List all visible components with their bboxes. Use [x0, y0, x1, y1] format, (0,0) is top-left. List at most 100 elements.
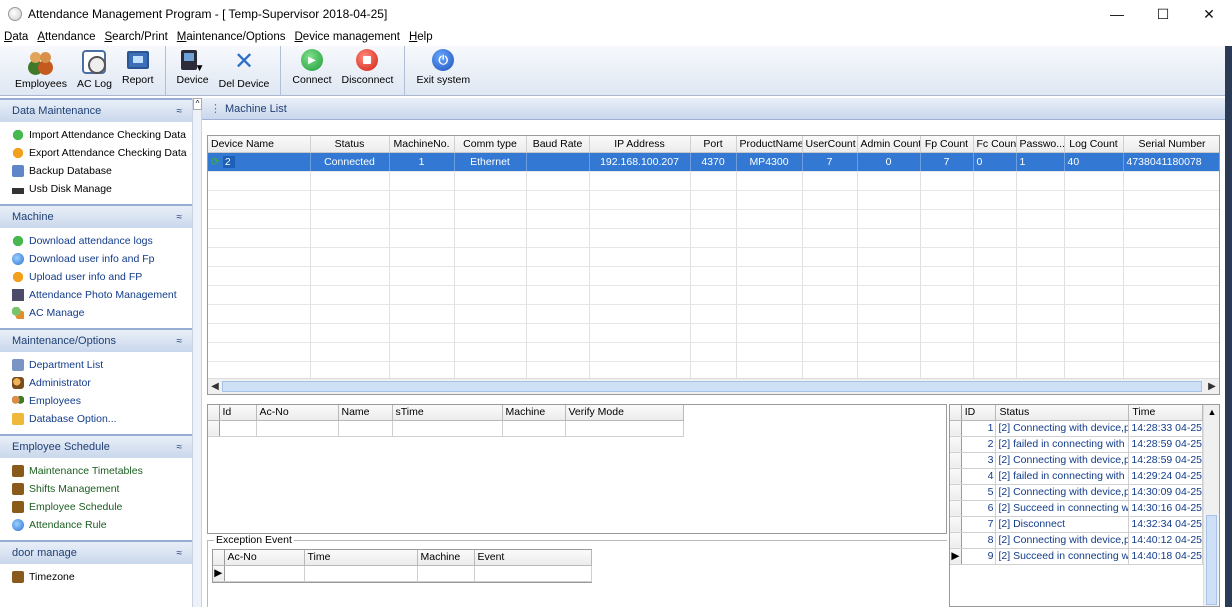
sidebar-item-database-option[interactable]: Database Option... [0, 410, 192, 428]
menu-help[interactable]: Help [409, 31, 433, 43]
horizontal-scrollbar[interactable]: ◀ ▶ [208, 378, 1219, 394]
menu-search-print[interactable]: Search/Print [105, 31, 168, 43]
cell-port[interactable]: 4370 [690, 152, 737, 172]
collapse-icon[interactable]: ≈ [177, 212, 183, 223]
col-status[interactable]: Status [995, 405, 1130, 421]
minimize-button[interactable]: — [1094, 0, 1140, 28]
scroll-right-icon[interactable]: ▶ [1205, 379, 1219, 394]
cell-status[interactable]: Connected [310, 152, 390, 172]
sidebar-item-timetables[interactable]: Maintenance Timetables [0, 462, 192, 480]
sidebar-item-photo[interactable]: Attendance Photo Management [0, 286, 192, 304]
cell-device-name[interactable]: ⟳ 2 [208, 152, 311, 172]
col-comm-type[interactable]: Comm type [454, 136, 527, 153]
cell-serial-number[interactable]: 4738041180078 [1123, 152, 1219, 172]
cell-fc-count[interactable]: 0 [973, 152, 1017, 172]
scroll-up-icon[interactable]: ▲ [1204, 405, 1219, 419]
sidebar-item-export[interactable]: Export Attendance Checking Data [0, 144, 192, 162]
sidebar-item-administrator[interactable]: Administrator [0, 374, 192, 392]
col-log-count[interactable]: Log Count [1064, 136, 1124, 153]
table-row[interactable]: ⟳ 2 Connected 1 Ethernet 192.168.100.207 … [208, 152, 1219, 172]
table-row-empty[interactable]: ▶ [213, 565, 592, 582]
cell-product-name[interactable]: MP4300 [736, 152, 803, 172]
menu-data[interactable]: Data [4, 31, 28, 43]
sidebar-item-attendance-rule[interactable]: Attendance Rule [0, 516, 192, 534]
exit-button[interactable]: ⏻ Exit system [411, 46, 475, 96]
connect-button[interactable]: ▶ Connect [287, 46, 336, 96]
col-id[interactable]: ID [961, 405, 997, 421]
aclog-button[interactable]: AC Log [72, 46, 117, 96]
cell-admin-count[interactable]: 0 [857, 152, 921, 172]
col-device-name[interactable]: Device Name [208, 136, 311, 153]
close-button[interactable]: ✕ [1186, 0, 1232, 28]
menu-maintenance-options[interactable]: Maintenance/Options [177, 31, 286, 43]
table-row[interactable]: 4 [2] failed in connecting with d 14:29:24… [950, 468, 1203, 485]
sidebar-item-shifts[interactable]: Shifts Management [0, 480, 192, 498]
section-schedule[interactable]: Employee Schedule ≈ [0, 434, 192, 458]
disconnect-button[interactable]: Disconnect [337, 46, 399, 96]
col-machine[interactable]: Machine [502, 405, 566, 421]
col-password[interactable]: Passwo... [1016, 136, 1065, 153]
table-row[interactable]: 7 [2] Disconnect 14:32:34 04-25 [950, 516, 1203, 533]
sidebar-item-download-user[interactable]: Download user info and Fp [0, 250, 192, 268]
section-maintenance[interactable]: Maintenance/Options ≈ [0, 328, 192, 352]
cell-baud-rate[interactable] [526, 152, 590, 172]
menu-device-management[interactable]: Device management [294, 31, 399, 43]
chevron-up-icon[interactable]: ^ [193, 98, 202, 110]
sidebar-item-employees[interactable]: Employees [0, 392, 192, 410]
cell-log-count[interactable]: 40 [1064, 152, 1124, 172]
collapse-icon[interactable]: ≈ [177, 106, 183, 117]
cell-comm-type[interactable]: Ethernet [454, 152, 527, 172]
col-stime[interactable]: sTime [392, 405, 503, 421]
col-status[interactable]: Status [310, 136, 390, 153]
del-device-button[interactable]: ✕ Del Device [214, 46, 275, 96]
col-time[interactable]: Time [1128, 405, 1203, 421]
sidebar-item-usb[interactable]: Usb Disk Manage [0, 180, 192, 198]
device-button[interactable]: ▼ Device [172, 46, 214, 96]
col-event[interactable]: Event [474, 550, 592, 566]
sidebar-item-timezone[interactable]: Timezone [0, 568, 192, 586]
table-row[interactable]: 1 [2] Connecting with device,pl 14:28:33 0… [950, 420, 1203, 437]
scroll-left-icon[interactable]: ◀ [208, 379, 222, 394]
cell-password[interactable]: 1 [1016, 152, 1065, 172]
sidebar-item-employee-schedule[interactable]: Employee Schedule [0, 498, 192, 516]
col-name[interactable]: Name [338, 405, 393, 421]
collapse-icon[interactable]: ≈ [177, 336, 183, 347]
col-serial-number[interactable]: Serial Number [1123, 136, 1219, 153]
table-row-current[interactable]: ▶ 9 [2] Succeed in connecting wi 14:40:18 0… [950, 548, 1203, 565]
col-ip-address[interactable]: IP Address [589, 136, 691, 153]
employees-button[interactable]: Employees [10, 46, 72, 96]
collapse-icon[interactable]: ≈ [177, 442, 183, 453]
col-ac-no[interactable]: Ac-No [224, 550, 305, 566]
col-port[interactable]: Port [690, 136, 737, 153]
col-user-count[interactable]: UserCount [802, 136, 858, 153]
col-admin-count[interactable]: Admin Count [857, 136, 921, 153]
sidebar-item-import[interactable]: Import Attendance Checking Data [0, 126, 192, 144]
menu-attendance[interactable]: Attendance [37, 31, 95, 43]
table-row[interactable]: 6 [2] Succeed in connecting wi 14:30:16 04… [950, 500, 1203, 517]
col-fp-count[interactable]: Fp Count [920, 136, 974, 153]
col-baud-rate[interactable]: Baud Rate [526, 136, 590, 153]
cell-machine-no[interactable]: 1 [389, 152, 455, 172]
maximize-button[interactable]: ☐ [1140, 0, 1186, 28]
table-row[interactable]: 2 [2] failed in connecting with d 14:28:59… [950, 436, 1203, 453]
sidebar-item-department[interactable]: Department List [0, 356, 192, 374]
table-row[interactable]: 3 [2] Connecting with device,pl 14:28:59 0… [950, 452, 1203, 469]
col-fc-count[interactable]: Fc Count [973, 136, 1017, 153]
section-data-maintenance[interactable]: Data Maintenance ≈ [0, 98, 192, 122]
report-button[interactable]: Report [117, 46, 159, 96]
table-row[interactable]: 5 [2] Connecting with device,pl 14:30:09 0… [950, 484, 1203, 501]
scroll-thumb[interactable] [222, 381, 1202, 392]
sidebar-item-ac-manage[interactable]: AC Manage [0, 304, 192, 322]
table-row[interactable]: 8 [2] Connecting with device,pl 14:40:12 0… [950, 532, 1203, 549]
section-machine[interactable]: Machine ≈ [0, 204, 192, 228]
scroll-thumb[interactable] [1206, 515, 1217, 605]
table-row-empty[interactable] [208, 420, 684, 437]
sidebar-item-upload-user[interactable]: Upload user info and FP [0, 268, 192, 286]
sidebar-item-download-logs[interactable]: Download attendance logs [0, 232, 192, 250]
col-machine-no[interactable]: MachineNo. [389, 136, 455, 153]
col-time[interactable]: Time [304, 550, 418, 566]
section-door[interactable]: door manage ≈ [0, 540, 192, 564]
col-product-name[interactable]: ProductName [736, 136, 803, 153]
col-id[interactable]: Id [219, 405, 257, 421]
col-verify-mode[interactable]: Verify Mode [565, 405, 684, 421]
